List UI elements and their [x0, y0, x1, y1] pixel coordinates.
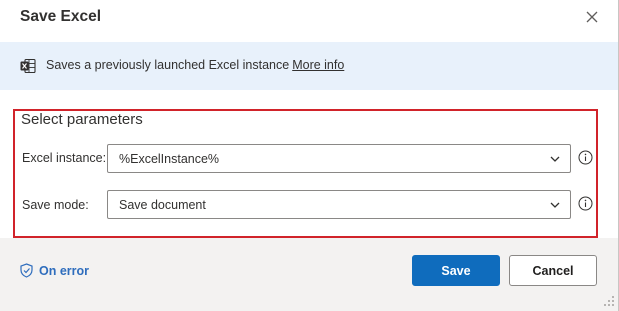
info-description: Saves a previously launched Excel instan… [46, 58, 344, 72]
on-error-link[interactable]: On error [20, 263, 89, 278]
save-mode-label: Save mode: [22, 198, 89, 212]
shield-icon [20, 263, 33, 278]
info-icon[interactable] [578, 150, 593, 165]
save-mode-select[interactable]: Save document [107, 190, 571, 219]
parameters-section: Select parameters Excel instance: %Excel… [13, 109, 598, 238]
save-mode-value: Save document [119, 198, 206, 212]
excel-icon [20, 58, 36, 74]
save-button[interactable]: Save [412, 255, 500, 286]
info-bar: Saves a previously launched Excel instan… [0, 42, 618, 90]
dialog-title: Save Excel [20, 8, 102, 25]
chevron-down-icon [550, 202, 560, 208]
excel-instance-value: %ExcelInstance% [119, 152, 220, 166]
excel-instance-select[interactable]: %ExcelInstance% [107, 144, 571, 173]
save-excel-dialog: Save Excel Saves a previously launched E… [0, 0, 619, 311]
excel-instance-label: Excel instance: [22, 151, 107, 165]
chevron-down-icon [550, 156, 560, 162]
info-icon[interactable] [578, 196, 593, 211]
info-text: Saves a previously launched Excel instan… [46, 58, 290, 72]
parameters-heading: Select parameters [21, 111, 143, 128]
resize-grip-icon[interactable] [603, 295, 615, 307]
on-error-label: On error [39, 263, 90, 278]
cancel-button[interactable]: Cancel [509, 255, 597, 286]
close-icon[interactable] [583, 8, 601, 26]
more-info-link[interactable]: More info [292, 58, 344, 72]
